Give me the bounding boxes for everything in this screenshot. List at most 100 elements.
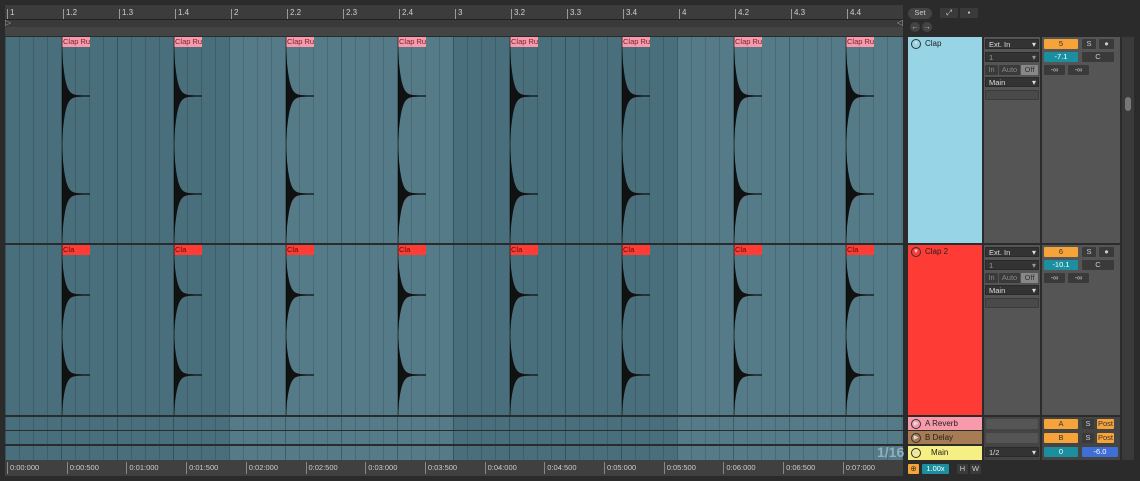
time-ruler[interactable]: 0:00:000 0:00:500 0:01:000 0:01:500 0:02:000… [5, 460, 903, 476]
lock-icon[interactable]: ▪ [960, 8, 978, 18]
volume-field[interactable]: -10.1 [1044, 260, 1078, 270]
main-lane[interactable] [5, 446, 903, 460]
track-header-clap2[interactable]: ▼ Clap 2 [908, 245, 982, 415]
audio-clip[interactable]: Clap Ru [286, 37, 314, 243]
audio-clip[interactable]: Cla [622, 245, 650, 415]
input-channel-select[interactable]: 1 [985, 52, 1039, 63]
solo-button[interactable]: S [1082, 419, 1094, 429]
grid-size-label[interactable]: 1/16 [877, 444, 904, 460]
clip-label: Cla [62, 245, 90, 255]
follow-icon[interactable]: ⊕ [908, 464, 919, 474]
grid-line [453, 446, 454, 460]
clap-track-lane[interactable]: Clap Ru Clap Ru Clap Ru Clap Ru Clap Ru Clap … [5, 37, 903, 243]
monitor-off[interactable]: Off [1021, 65, 1038, 75]
grid-line [117, 417, 118, 430]
h-button[interactable]: H [957, 464, 968, 474]
main-number[interactable]: 0 [1044, 447, 1078, 457]
monitor-auto[interactable]: Auto [999, 273, 1020, 283]
audio-clip[interactable]: Clap Ru [62, 37, 90, 243]
clip-label: Clap Ru [734, 37, 762, 47]
fold-icon[interactable]: ▼ [911, 246, 921, 257]
track-activator[interactable]: 5 [1044, 39, 1078, 49]
audio-clip[interactable]: Cla [286, 245, 314, 415]
audio-clip[interactable]: Clap Ru [510, 37, 538, 243]
audio-clip[interactable]: Clap Ru [398, 37, 426, 243]
return-activator[interactable]: B [1044, 433, 1078, 443]
grid-line [89, 446, 90, 460]
arrow-right-icon[interactable]: → [922, 22, 932, 32]
expand-icon[interactable]: ⤢ [940, 8, 958, 18]
main-volume-field[interactable]: -6.0 [1082, 447, 1118, 457]
reverb-return-lane[interactable] [5, 417, 903, 430]
loop-bar[interactable]: ▷ ◁ [5, 18, 903, 27]
grid-line [691, 446, 692, 460]
grid-line [257, 37, 258, 243]
return-output-select[interactable] [986, 419, 1038, 429]
w-button[interactable]: W [970, 464, 981, 474]
solo-button[interactable]: S [1082, 433, 1094, 443]
io-section-clap2: Ext. In 1 In Auto Off Main [984, 245, 1040, 415]
audio-clip[interactable]: Cla [174, 245, 202, 415]
arm-button[interactable]: ● [1099, 39, 1114, 49]
beat-ruler[interactable]: 1 1.2 1.3 1.4 2 2.2 2.3 2.4 3 3.2 3.3 3.4 4 4.2 4.3 4.4 [5, 5, 903, 19]
arm-button[interactable]: ● [1099, 247, 1114, 257]
grid-line [579, 446, 580, 460]
audio-clip[interactable]: Cla [846, 245, 874, 415]
output-select[interactable]: Main [985, 285, 1039, 296]
set-button[interactable]: Set [908, 8, 932, 19]
grid-line [383, 417, 384, 430]
track-header-clap[interactable]: ▼ Clap [908, 37, 982, 243]
solo-button[interactable]: S [1082, 39, 1096, 49]
audio-clip[interactable]: Cla [734, 245, 762, 415]
grid-line [397, 431, 398, 444]
audio-clip[interactable]: Clap Ru [174, 37, 202, 243]
grid-line [5, 417, 6, 430]
clip-edge [846, 245, 847, 415]
input-type-select[interactable]: Ext. In [985, 39, 1039, 50]
return-output-select[interactable] [986, 433, 1038, 443]
input-type-select[interactable]: Ext. In [985, 247, 1039, 258]
waveform [286, 51, 314, 239]
scrub-area[interactable] [5, 27, 903, 36]
grid-line [103, 37, 104, 243]
grid-line [803, 245, 804, 415]
monitor-off[interactable]: Off [1021, 273, 1038, 283]
input-channel-select[interactable]: 1 [985, 260, 1039, 271]
audio-clip[interactable]: Clap Ru [622, 37, 650, 243]
grid-line [33, 37, 34, 243]
audio-clip[interactable]: Cla [398, 245, 426, 415]
grid-line [495, 417, 496, 430]
cue-out-select[interactable]: 1/2 [985, 447, 1039, 458]
monitor-in[interactable]: In [985, 65, 998, 75]
pan-field[interactable]: C [1082, 52, 1114, 62]
delay-return-lane[interactable] [5, 431, 903, 444]
clap2-track-lane[interactable]: Cla Cla Cla Cla Cla Cla Cla Cla [5, 245, 903, 415]
monitor-auto[interactable]: Auto [999, 65, 1020, 75]
pan-field[interactable]: C [1082, 260, 1114, 270]
audio-clip[interactable]: Cla [62, 245, 90, 415]
grid-line [775, 417, 776, 430]
monitor-in[interactable]: In [985, 273, 998, 283]
zoom-field[interactable]: 1.00x [922, 464, 949, 474]
audio-clip[interactable]: Clap Ru [846, 37, 874, 243]
output-sub-select[interactable] [985, 298, 1039, 308]
post-button[interactable]: Post [1097, 433, 1114, 443]
return-header-reverb[interactable]: ▶ A Reverb [908, 417, 982, 430]
return-activator[interactable]: A [1044, 419, 1078, 429]
volume-field[interactable]: -7.1 [1044, 52, 1078, 62]
track-activator[interactable]: 6 [1044, 247, 1078, 257]
solo-button[interactable]: S [1082, 247, 1096, 257]
output-sub-select[interactable] [985, 90, 1039, 100]
arrow-left-icon[interactable]: ← [910, 22, 920, 32]
scrollbar-thumb[interactable] [1125, 97, 1131, 111]
return-header-delay[interactable]: ▶ B Delay [908, 431, 982, 444]
post-button[interactable]: Post [1097, 419, 1114, 429]
output-select[interactable]: Main [985, 77, 1039, 88]
fold-icon[interactable]: ▼ [911, 38, 921, 49]
grid-line [453, 417, 454, 430]
main-header[interactable]: ▶ Main [908, 446, 982, 460]
audio-clip[interactable]: Cla [510, 245, 538, 415]
audio-clip[interactable]: Clap Ru [734, 37, 762, 243]
grid-line [131, 446, 132, 460]
vertical-scrollbar[interactable] [1122, 37, 1134, 460]
